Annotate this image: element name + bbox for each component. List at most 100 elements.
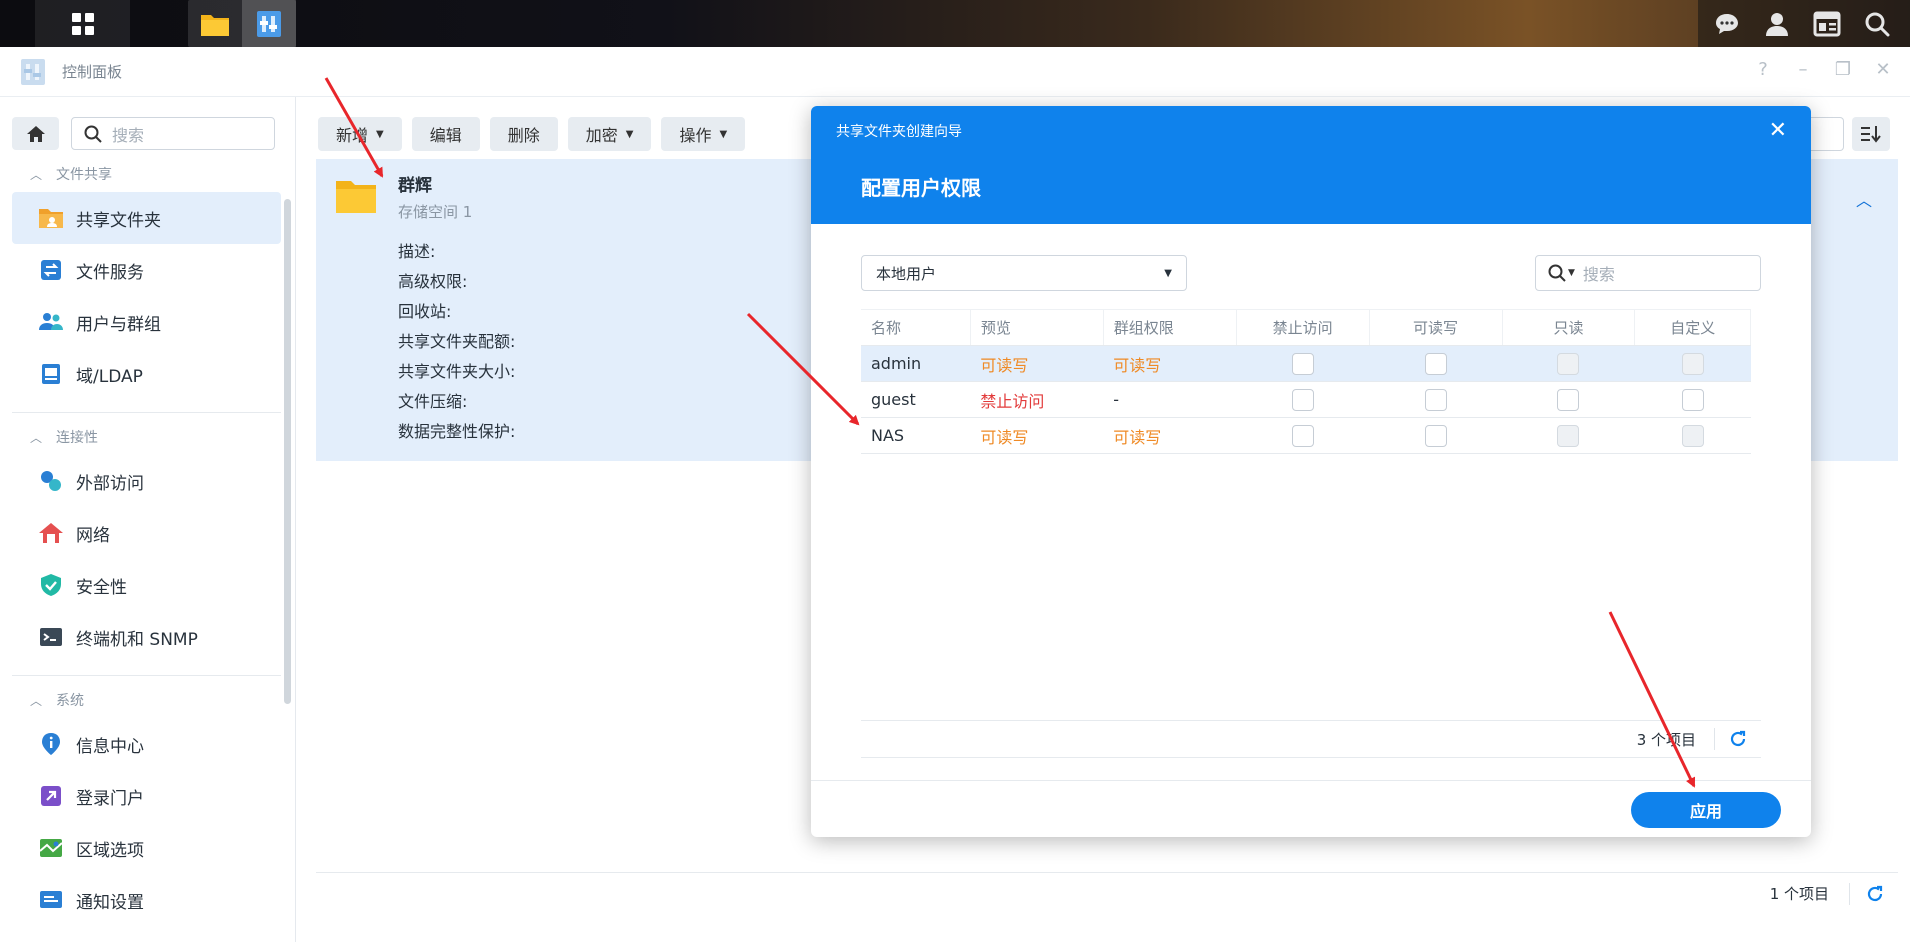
chevron-up-icon: ︿ bbox=[30, 430, 43, 445]
sidebar-item-terminal-snmp[interactable]: 终端机和 SNMP bbox=[12, 611, 281, 663]
shield-icon bbox=[38, 572, 64, 598]
no-access-checkbox[interactable] bbox=[1291, 352, 1314, 375]
col-custom[interactable]: 自定义 bbox=[1634, 309, 1751, 346]
sidebar-item-label: 安全性 bbox=[76, 577, 127, 598]
sidebar-item-users-groups[interactable]: 用户与群组 bbox=[12, 296, 281, 348]
encrypt-button[interactable]: 加密 ▼ bbox=[567, 117, 652, 151]
refresh-icon[interactable] bbox=[1866, 885, 1884, 903]
dialog-item-count: 3 个项目 bbox=[1636, 730, 1696, 749]
dialog-search-input[interactable]: ▼ 搜索 bbox=[1535, 255, 1761, 291]
sidebar: 搜索 ︿ 文件共享 共享文件夹 文件服务 用户与群组 域/LDAP ︿ 连接性 … bbox=[0, 97, 296, 942]
table-header-row: 名称 预览 群组权限 禁止访问 可读写 只读 自定义 bbox=[861, 309, 1751, 346]
main-menu-button[interactable] bbox=[35, 0, 130, 47]
sidebar-item-login-portal[interactable]: 登录门户 bbox=[12, 770, 281, 822]
restore-icon[interactable]: ❐ bbox=[1834, 59, 1852, 80]
search-icon bbox=[84, 125, 102, 143]
dialog-wizard-title: 共享文件夹创建向导 bbox=[836, 124, 962, 140]
sidebar-divider bbox=[12, 412, 281, 413]
sidebar-group-header[interactable]: ︿ 连接性 bbox=[0, 419, 295, 455]
caret-down-icon: ▼ bbox=[376, 128, 384, 140]
sidebar-group-system: ︿ 系统 信息中心 登录门户 区域选项 通知设置 bbox=[0, 682, 295, 926]
sidebar-item-regional-options[interactable]: 区域选项 bbox=[12, 822, 281, 874]
no-access-checkbox[interactable] bbox=[1291, 424, 1314, 447]
sidebar-search-input[interactable]: 搜索 bbox=[71, 117, 275, 150]
sidebar-item-external-access[interactable]: 外部访问 bbox=[12, 455, 281, 507]
search-button[interactable] bbox=[1852, 0, 1902, 47]
refresh-icon[interactable] bbox=[1729, 730, 1747, 748]
sidebar-group-header[interactable]: ︿ 系统 bbox=[0, 682, 295, 718]
home-button[interactable] bbox=[12, 117, 59, 150]
table-row[interactable]: NAS 可读写 可读写 bbox=[861, 417, 1751, 454]
col-read-write[interactable]: 可读写 bbox=[1369, 309, 1503, 346]
network-home-icon bbox=[38, 520, 64, 546]
table-row[interactable]: guest 禁止访问 - bbox=[861, 381, 1751, 418]
sort-button[interactable] bbox=[1852, 117, 1890, 151]
user-type-select[interactable]: 本地用户 ▼ bbox=[861, 255, 1187, 291]
taskbar-file-station[interactable] bbox=[188, 0, 242, 47]
sidebar-divider bbox=[12, 675, 281, 676]
sidebar-item-domain-ldap[interactable]: 域/LDAP bbox=[12, 348, 281, 400]
sidebar-item-notifications[interactable]: 通知设置 bbox=[12, 874, 281, 926]
cell-group-permission: 可读写 bbox=[1103, 417, 1237, 454]
no-access-checkbox[interactable] bbox=[1291, 388, 1314, 411]
read-only-checkbox[interactable] bbox=[1557, 352, 1580, 375]
sidebar-item-network[interactable]: 网络 bbox=[12, 507, 281, 559]
read-write-checkbox[interactable] bbox=[1424, 424, 1447, 447]
custom-checkbox[interactable] bbox=[1681, 352, 1704, 375]
collapse-chevron-icon[interactable]: ︿ bbox=[1856, 187, 1872, 211]
custom-checkbox[interactable] bbox=[1681, 424, 1704, 447]
apply-button[interactable]: 应用 bbox=[1631, 792, 1781, 828]
sidebar-search-placeholder: 搜索 bbox=[112, 125, 145, 145]
chat-button[interactable] bbox=[1702, 0, 1752, 47]
user-button[interactable] bbox=[1752, 0, 1802, 47]
caret-down-icon: ▼ bbox=[1568, 268, 1575, 278]
prop-compression: 文件压缩: bbox=[398, 392, 468, 411]
file-services-icon bbox=[38, 257, 64, 283]
read-write-checkbox[interactable] bbox=[1424, 352, 1447, 375]
prop-recycle-bin: 回收站: bbox=[398, 302, 452, 321]
sidebar-item-label: 信息中心 bbox=[76, 736, 144, 757]
read-write-checkbox[interactable] bbox=[1424, 388, 1447, 411]
sidebar-item-shared-folder[interactable]: 共享文件夹 bbox=[12, 192, 281, 244]
edit-button[interactable]: 编辑 bbox=[411, 117, 480, 151]
sidebar-item-file-services[interactable]: 文件服务 bbox=[12, 244, 281, 296]
terminal-icon bbox=[38, 624, 64, 650]
cell-preview: 可读写 bbox=[970, 417, 1104, 454]
action-button-label: 操作 bbox=[679, 126, 712, 145]
info-icon bbox=[38, 731, 64, 757]
col-no-access[interactable]: 禁止访问 bbox=[1236, 309, 1370, 346]
col-group-permission[interactable]: 群组权限 bbox=[1103, 309, 1237, 346]
new-button[interactable]: 新增 ▼ bbox=[318, 117, 402, 151]
sidebar-item-security[interactable]: 安全性 bbox=[12, 559, 281, 611]
read-only-checkbox[interactable] bbox=[1557, 424, 1580, 447]
taskbar-control-panel[interactable] bbox=[242, 0, 296, 47]
table-row[interactable]: admin 可读写 可读写 bbox=[861, 345, 1751, 382]
user-icon bbox=[1766, 12, 1788, 36]
delete-button[interactable]: 删除 bbox=[489, 117, 558, 151]
col-preview[interactable]: 预览 bbox=[970, 309, 1104, 346]
col-read-only[interactable]: 只读 bbox=[1502, 309, 1636, 346]
login-portal-icon bbox=[38, 783, 64, 809]
dialog-header: 共享文件夹创建向导 ✕ 配置用户权限 bbox=[811, 106, 1811, 224]
prop-size: 共享文件夹大小: bbox=[398, 362, 516, 381]
minimize-icon[interactable]: – bbox=[1794, 59, 1812, 80]
prop-description: 描述: bbox=[398, 242, 436, 261]
control-panel-icon bbox=[21, 58, 45, 85]
sidebar-item-info-center[interactable]: 信息中心 bbox=[12, 718, 281, 770]
custom-checkbox[interactable] bbox=[1681, 388, 1704, 411]
col-name[interactable]: 名称 bbox=[861, 309, 971, 346]
action-button[interactable]: 操作 ▼ bbox=[661, 117, 746, 151]
edit-button-label: 编辑 bbox=[429, 126, 462, 145]
search-icon bbox=[1548, 264, 1566, 282]
sidebar-group-header[interactable]: ︿ 文件共享 bbox=[0, 156, 295, 192]
read-only-checkbox[interactable] bbox=[1557, 388, 1580, 411]
close-icon[interactable]: ✕ bbox=[1874, 59, 1892, 80]
prop-advanced-permissions: 高级权限: bbox=[398, 272, 468, 291]
notification-icon bbox=[38, 887, 64, 913]
close-icon[interactable]: ✕ bbox=[1769, 118, 1787, 143]
widgets-button[interactable] bbox=[1802, 0, 1852, 47]
help-icon[interactable]: ? bbox=[1754, 59, 1772, 80]
sidebar-scrollbar[interactable] bbox=[284, 199, 291, 704]
share-wizard-dialog: 共享文件夹创建向导 ✕ 配置用户权限 本地用户 ▼ ▼ 搜索 名称 预览 群组权… bbox=[811, 106, 1811, 837]
search-icon bbox=[1865, 12, 1890, 36]
